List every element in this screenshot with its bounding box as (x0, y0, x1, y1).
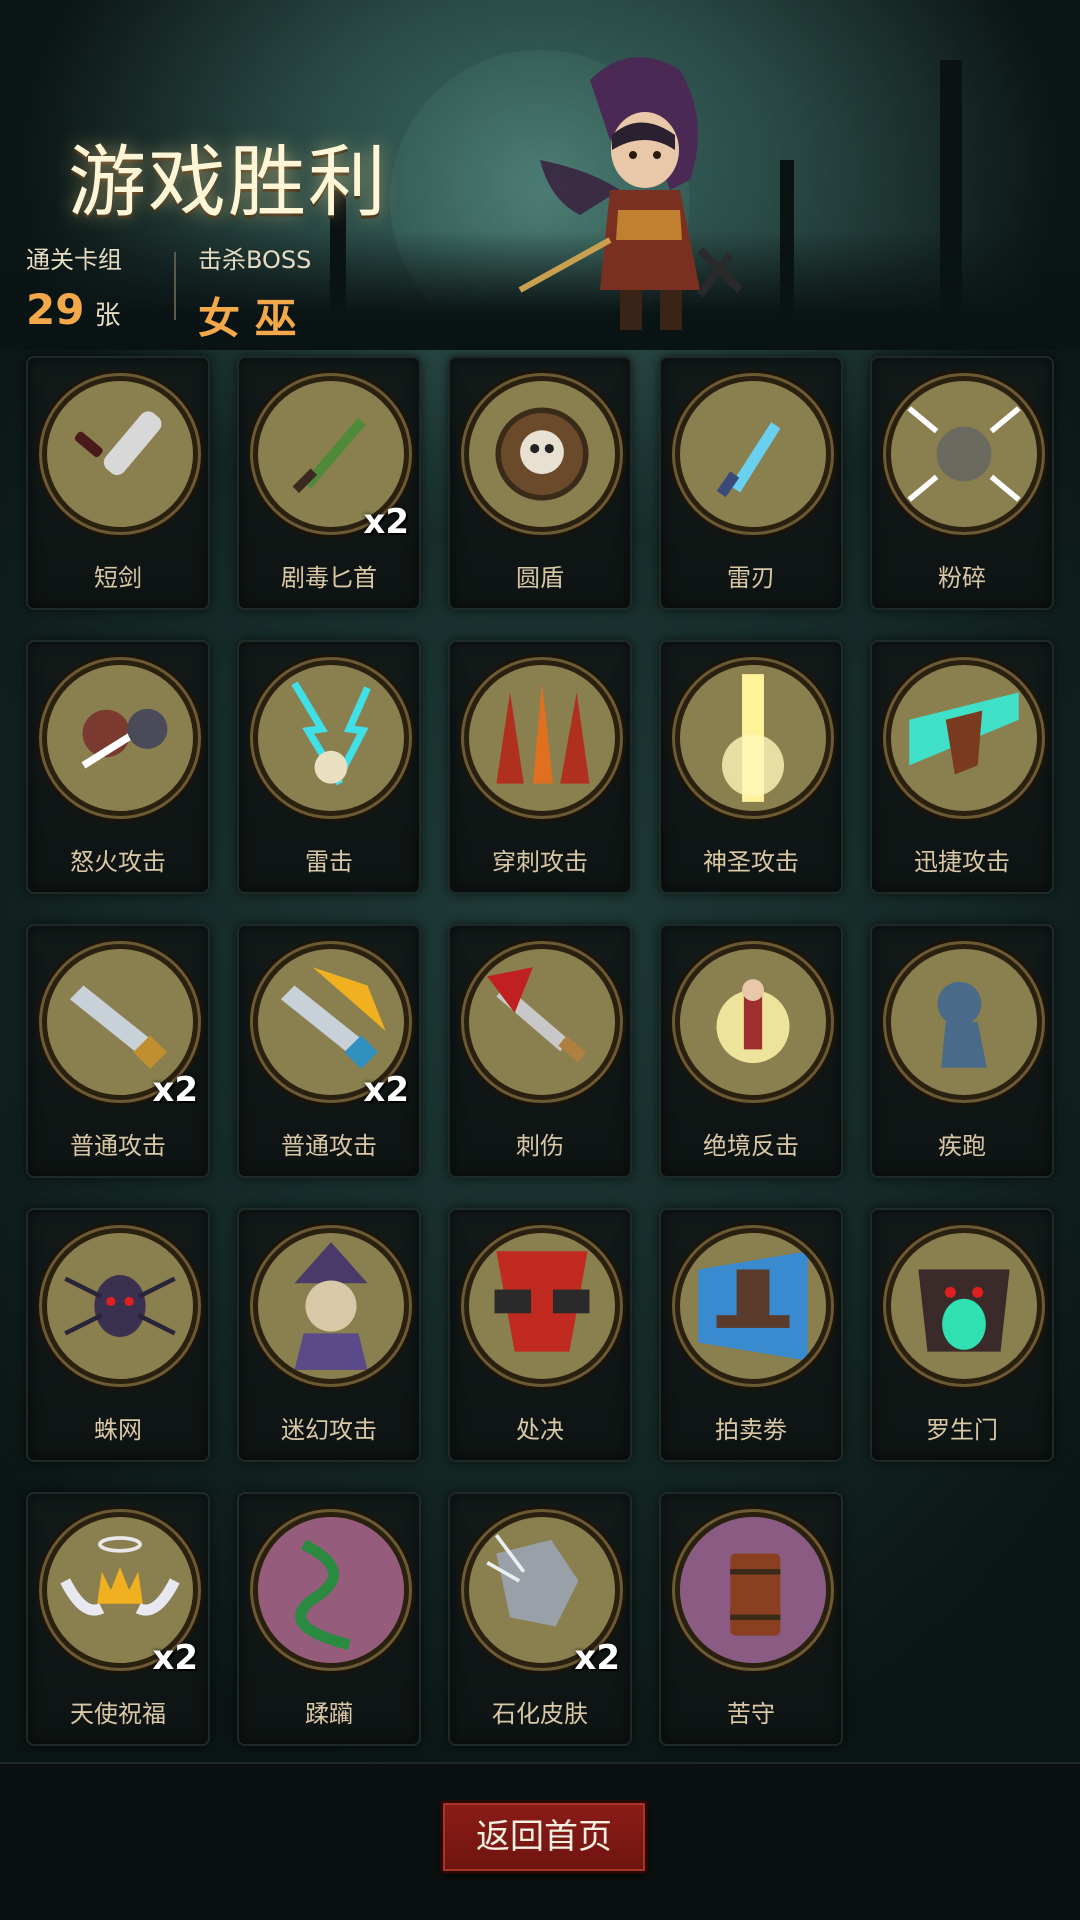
card-name: 短剑 (94, 564, 142, 592)
card-grid: 短剑 x2 剧毒匕首 圆盾 雷刃 粉碎 怒火攻击 雷击 穿刺攻击 神圣攻击 迅捷攻击 x2 普通攻击 x2… (26, 356, 1056, 1746)
boss-name: 女 巫 (198, 294, 297, 343)
card-name: 绝境反击 (703, 1132, 799, 1160)
cleared-deck-stat: 通关卡组 29 张 (26, 240, 122, 334)
card-name: 雷击 (305, 848, 353, 876)
card-name: 普通攻击 (281, 1132, 377, 1160)
card-spider-web[interactable]: 蛛网 (26, 1208, 210, 1462)
return-home-button[interactable]: 返回首页 (440, 1800, 648, 1874)
sprint-icon (886, 944, 1042, 1100)
card-name: 石化皮肤 (492, 1700, 588, 1728)
victory-header: 游戏胜利 通关卡组 29 张 击杀BOSS 女 巫 (0, 0, 1080, 343)
rage-attack-icon (42, 660, 198, 816)
thunder-blade-icon (675, 376, 831, 532)
card-name: 穿刺攻击 (492, 848, 588, 876)
card-count-badge: x2 (363, 1070, 409, 1110)
card-name: 刺伤 (516, 1132, 564, 1160)
swift-attack-icon (886, 660, 1042, 816)
card-basic-attack[interactable]: x2 普通攻击 (26, 924, 210, 1178)
card-stubborn-defense[interactable]: 苦守 (659, 1492, 843, 1746)
card-thunder-blade[interactable]: 雷刃 (659, 356, 843, 610)
page-title: 游戏胜利 (68, 138, 389, 228)
card-holy-attack[interactable]: 神圣攻击 (659, 640, 843, 894)
ravage-icon (253, 1512, 409, 1668)
card-name: 迅捷攻击 (914, 848, 1010, 876)
cleared-deck-value: 29 张 (26, 285, 122, 334)
hero-character-illustration (518, 57, 743, 330)
stab-icon (464, 944, 620, 1100)
card-name: 拍卖劵 (715, 1416, 787, 1444)
card-name: 剧毒匕首 (281, 564, 377, 592)
holy-attack-icon (675, 660, 831, 816)
card-poison-dagger[interactable]: x2 剧毒匕首 (237, 356, 421, 610)
card-desperate-counter[interactable]: 绝境反击 (659, 924, 843, 1178)
card-name: 苦守 (727, 1700, 775, 1728)
card-pierce-attack[interactable]: 穿刺攻击 (448, 640, 632, 894)
card-basic-attack-fire[interactable]: x2 普通攻击 (237, 924, 421, 1178)
cleared-deck-unit: 张 (94, 301, 121, 331)
round-shield-icon (464, 376, 620, 532)
card-name: 疾跑 (938, 1132, 986, 1160)
card-sprint[interactable]: 疾跑 (870, 924, 1054, 1178)
shatter-icon (886, 376, 1042, 532)
card-shatter[interactable]: 粉碎 (870, 356, 1054, 610)
card-illusion-attack[interactable]: 迷幻攻击 (237, 1208, 421, 1462)
card-stab[interactable]: 刺伤 (448, 924, 632, 1178)
rashomon-icon (886, 1228, 1042, 1384)
card-name: 天使祝福 (70, 1700, 166, 1728)
spider-web-icon (42, 1228, 198, 1384)
cleared-deck-count: 29 (26, 285, 85, 334)
card-swift-attack[interactable]: 迅捷攻击 (870, 640, 1054, 894)
card-round-shield[interactable]: 圆盾 (448, 356, 632, 610)
card-count-badge: x2 (574, 1638, 620, 1678)
boss-stat: 击杀BOSS 女 巫 (198, 240, 311, 346)
desperate-counter-icon (675, 944, 831, 1100)
card-count-badge: x2 (363, 502, 409, 542)
stubborn-defense-icon (675, 1512, 831, 1668)
stat-divider (174, 252, 176, 320)
card-name: 处决 (516, 1416, 564, 1444)
card-name: 粉碎 (938, 564, 986, 592)
card-short-sword[interactable]: 短剑 (26, 356, 210, 610)
pierce-attack-icon (464, 660, 620, 816)
card-ravage[interactable]: 蹂躏 (237, 1492, 421, 1746)
card-auction-ticket[interactable]: 拍卖劵 (659, 1208, 843, 1462)
card-name: 雷刃 (727, 564, 775, 592)
boss-label: 击杀BOSS (198, 246, 312, 274)
cleared-deck-label: 通关卡组 (26, 246, 122, 274)
card-rage-attack[interactable]: 怒火攻击 (26, 640, 210, 894)
short-sword-icon (42, 376, 198, 532)
card-stone-skin[interactable]: x2 石化皮肤 (448, 1492, 632, 1746)
illusion-attack-icon (253, 1228, 409, 1384)
lightning-strike-icon (253, 660, 409, 816)
card-lightning-strike[interactable]: 雷击 (237, 640, 421, 894)
card-rashomon[interactable]: 罗生门 (870, 1208, 1054, 1462)
execution-icon (464, 1228, 620, 1384)
card-name: 罗生门 (926, 1416, 998, 1444)
card-name: 圆盾 (516, 564, 564, 592)
auction-ticket-icon (675, 1228, 831, 1384)
card-name: 蛛网 (94, 1416, 142, 1444)
card-count-badge: x2 (152, 1070, 198, 1110)
card-name: 普通攻击 (70, 1132, 166, 1160)
card-count-badge: x2 (152, 1638, 198, 1678)
card-name: 迷幻攻击 (281, 1416, 377, 1444)
card-angel-blessing[interactable]: x2 天使祝福 (26, 1492, 210, 1746)
card-name: 蹂躏 (305, 1700, 353, 1728)
card-name: 怒火攻击 (70, 848, 166, 876)
card-name: 神圣攻击 (703, 848, 799, 876)
card-execution[interactable]: 处决 (448, 1208, 632, 1462)
